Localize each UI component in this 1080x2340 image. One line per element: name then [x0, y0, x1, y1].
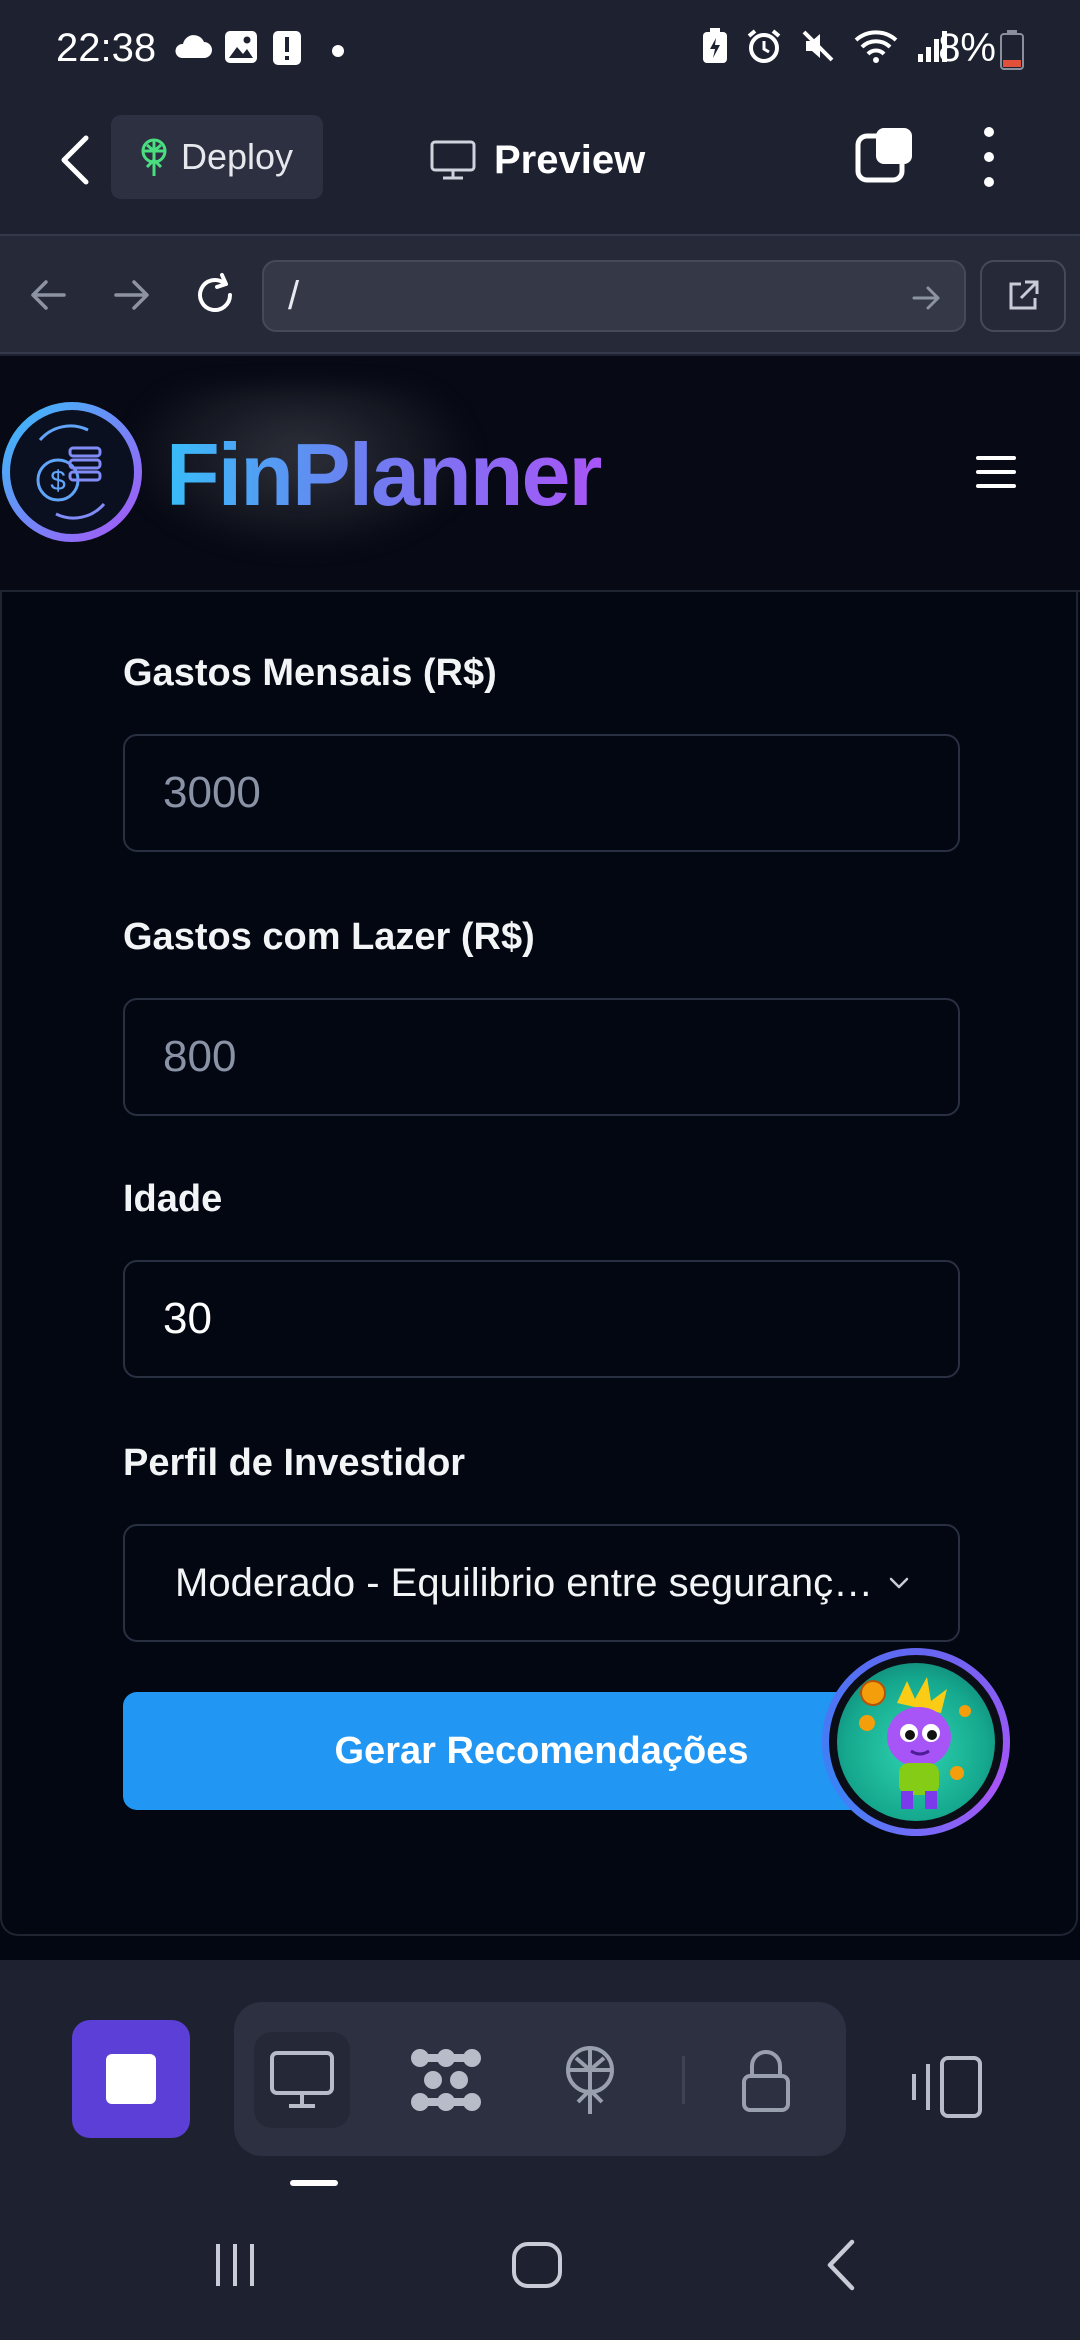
tabs-button[interactable]: [854, 126, 914, 186]
browser-back-button[interactable]: [24, 270, 74, 320]
preview-title-text: Preview: [494, 137, 646, 182]
investor-profile-value: Moderado - Equilibrio entre segurança e …: [175, 1560, 875, 1605]
status-time: 22:38: [56, 26, 157, 70]
chevron-down-icon: [889, 1577, 909, 1589]
url-text: /: [288, 273, 300, 318]
browser-forward-button[interactable]: [106, 270, 156, 320]
brand-name[interactable]: FinPlanner: [166, 424, 603, 526]
form-card: Gastos Mensais (R$) 3000 Gastos com Laze…: [0, 592, 1078, 1936]
investor-profile-label: Perfil de Investidor: [123, 1442, 466, 1484]
preview-title: Preview: [430, 130, 645, 190]
nodes-icon: [411, 2049, 481, 2111]
battery-icon: [1000, 30, 1024, 70]
system-back-button[interactable]: [822, 2238, 862, 2292]
web-preview: $ FinPlanner Gastos Mensais (R$) 3000 Ga…: [0, 356, 1080, 1960]
layout-toggle-button[interactable]: [908, 2052, 988, 2122]
leisure-expenses-placeholder: 800: [163, 1032, 237, 1081]
deploy-button[interactable]: Deploy: [111, 115, 323, 199]
age-input[interactable]: 30: [123, 1260, 960, 1378]
image-icon: [225, 31, 257, 63]
workflow-button[interactable]: [398, 2032, 494, 2128]
desktop-view-button[interactable]: [254, 2032, 350, 2128]
battery-level: 8%: [938, 26, 996, 70]
svg-text:$: $: [50, 465, 66, 496]
mute-icon: [802, 30, 834, 62]
wifi-icon: [854, 30, 898, 63]
secrets-button[interactable]: [718, 2032, 814, 2128]
leisure-expenses-input[interactable]: 800: [123, 998, 960, 1116]
alarm-icon: [747, 29, 781, 63]
more-options-button[interactable]: [974, 124, 1004, 190]
chat-assistant-avatar[interactable]: [822, 1648, 1010, 1836]
monitor-icon: [430, 140, 476, 180]
monthly-expenses-input[interactable]: 3000: [123, 734, 960, 852]
cloud-icon: [175, 35, 212, 58]
system-navigation-bar: [0, 2190, 1080, 2340]
app-bar: Deploy Preview: [0, 100, 1080, 234]
monitor-icon: [270, 2051, 334, 2108]
stop-button[interactable]: [72, 2020, 190, 2138]
dot-icon: [332, 45, 344, 57]
monthly-expenses-placeholder: 3000: [163, 768, 261, 817]
tool-group: [234, 2002, 846, 2156]
url-go-icon[interactable]: [910, 282, 942, 314]
age-label: Idade: [123, 1178, 223, 1220]
browser-toolbar: /: [0, 234, 1080, 354]
alert-icon: [273, 31, 301, 65]
open-external-button[interactable]: [980, 260, 1066, 332]
lock-icon: [742, 2050, 790, 2112]
home-button[interactable]: [510, 2240, 564, 2290]
deploy-icon: [141, 138, 167, 176]
status-bar: 22:38 8%: [0, 0, 1080, 100]
mascot-icon: [859, 1677, 971, 1809]
recent-apps-button[interactable]: [210, 2240, 260, 2290]
url-input[interactable]: /: [262, 260, 966, 332]
active-tab-indicator: [290, 2180, 338, 2186]
toolbar-divider: [682, 2056, 685, 2104]
leisure-expenses-label: Gastos com Lazer (R$): [123, 916, 535, 958]
deploy-label: Deploy: [181, 136, 294, 177]
battery-saver-icon: [703, 28, 727, 63]
stop-icon: [106, 2054, 156, 2104]
hamburger-menu-button[interactable]: [976, 456, 1016, 492]
back-button[interactable]: [52, 130, 100, 190]
age-value: 30: [163, 1294, 212, 1343]
investor-profile-select[interactable]: Moderado - Equilibrio entre segurança e …: [123, 1524, 960, 1642]
finplanner-logo-icon[interactable]: $: [0, 400, 144, 544]
external-link-icon: [1009, 280, 1039, 310]
monthly-expenses-label: Gastos Mensais (R$): [123, 652, 497, 694]
deploy-icon: [566, 2046, 614, 2114]
site-header: $ FinPlanner: [0, 356, 1080, 592]
reload-button[interactable]: [190, 270, 240, 320]
deploy-tool-button[interactable]: [542, 2032, 638, 2128]
bottom-toolbar: [0, 1960, 1080, 2190]
